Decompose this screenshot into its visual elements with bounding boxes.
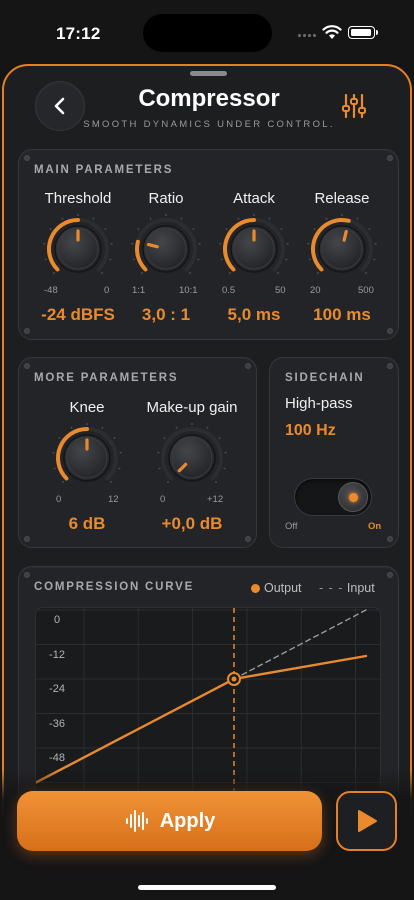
compression-curve-title: COMPRESSION CURVE: [34, 581, 195, 593]
scale-min: 0.5: [222, 285, 236, 296]
wifi-icon: [322, 25, 342, 39]
ratio-control: Ratio 1:1 10:1 3,0 : 1: [120, 150, 212, 341]
sidechain-title: SIDECHAIN: [285, 372, 365, 384]
y-tick-label: -12: [49, 649, 65, 661]
knob-label: Release: [314, 190, 370, 207]
scale-min: 0: [56, 494, 62, 505]
toggle-off-label: Off: [285, 521, 298, 532]
threshold-value: -24 dBFS: [41, 305, 115, 324]
battery-icon: [348, 26, 378, 39]
legend-input: - - - Input: [319, 581, 375, 595]
knob-label: Make-up gain: [146, 399, 238, 416]
scale-min: 20: [310, 285, 321, 296]
makeup-gain-control: Make-up gain 0 +12 +0,0 dB: [137, 358, 247, 549]
ratio-value: 3,0 : 1: [141, 305, 191, 324]
highpass-label: High-pass: [285, 395, 353, 412]
input-legend-dash: - - -: [319, 581, 344, 595]
makeup-gain-knob[interactable]: [157, 423, 227, 493]
threshold-control: Threshold -48 0 -24 dBFS: [32, 150, 124, 341]
knee-knob[interactable]: [52, 423, 122, 493]
attack-knob[interactable]: [219, 214, 289, 284]
ratio-knob[interactable]: [131, 214, 201, 284]
scale-max: 500: [358, 285, 374, 296]
sheet-grabber[interactable]: [190, 71, 227, 76]
apply-label: Apply: [159, 809, 216, 832]
knob-label: Attack: [233, 190, 275, 207]
attack-control: Attack 0.5 50 5,0 ms: [208, 150, 300, 341]
makeup-gain-value: +0,0 dB: [161, 514, 223, 533]
scale-max: +12: [207, 494, 224, 505]
waveform-icon: [125, 810, 148, 832]
status-bar: 17:12: [0, 0, 414, 64]
highpass-value: 100 Hz: [285, 422, 336, 439]
output-curve: [36, 654, 368, 784]
page-subtitle: SMOOTH DYNAMICS UNDER CONTROL.: [83, 119, 335, 130]
knob-label: Knee: [69, 399, 105, 416]
sidechain-toggle[interactable]: [294, 478, 372, 516]
y-tick-label: -48: [49, 752, 65, 764]
knee-control: Knee 0 12 6 dB: [41, 358, 133, 549]
play-icon: [357, 810, 377, 832]
scale-max: 10:1: [179, 285, 198, 296]
main-parameters-panel: MAIN PARAMETERS Threshold -48 0 -24 dBFS…: [18, 149, 399, 340]
y-tick-label: -36: [49, 718, 65, 730]
attack-value: 5,0 ms: [227, 305, 281, 324]
release-value: 100 ms: [313, 305, 371, 324]
status-time: 17:12: [56, 24, 101, 43]
apply-button[interactable]: Apply: [17, 791, 322, 851]
toggle-on-label: On: [368, 521, 382, 532]
sidechain-panel: SIDECHAIN High-pass 100 Hz Off On: [269, 357, 399, 548]
release-knob[interactable]: [307, 214, 377, 284]
knee-point-center: [231, 676, 237, 682]
knee-value: 6 dB: [68, 514, 106, 533]
more-parameters-panel: MORE PARAMETERS Knee 0 12 6 dB Make-up g…: [18, 357, 257, 548]
scale-max: 50: [275, 285, 286, 296]
scale-min: 0: [160, 494, 166, 505]
output-legend-dot: [251, 584, 260, 593]
knob-label: Ratio: [148, 190, 184, 207]
scale-min: -48: [44, 285, 58, 296]
scale-min: 1:1: [132, 285, 146, 296]
y-tick-label: -24: [49, 683, 65, 695]
legend-input-label: Input: [346, 581, 375, 595]
scale-max: 0: [104, 285, 110, 296]
y-tick-label: 0: [53, 614, 61, 626]
release-control: Release 20 500 100 ms: [296, 150, 388, 341]
home-indicator: [138, 885, 276, 890]
scale-max: 12: [108, 494, 119, 505]
legend-output: Output: [251, 581, 302, 595]
knob-label: Threshold: [44, 190, 112, 207]
signal-icon: [298, 31, 316, 37]
dynamic-island: [143, 14, 272, 52]
toggle-thumb: [338, 482, 368, 512]
legend-output-label: Output: [264, 581, 302, 595]
sliders-icon[interactable]: [340, 93, 368, 119]
threshold-knob[interactable]: [43, 214, 113, 284]
play-button[interactable]: [336, 791, 397, 851]
